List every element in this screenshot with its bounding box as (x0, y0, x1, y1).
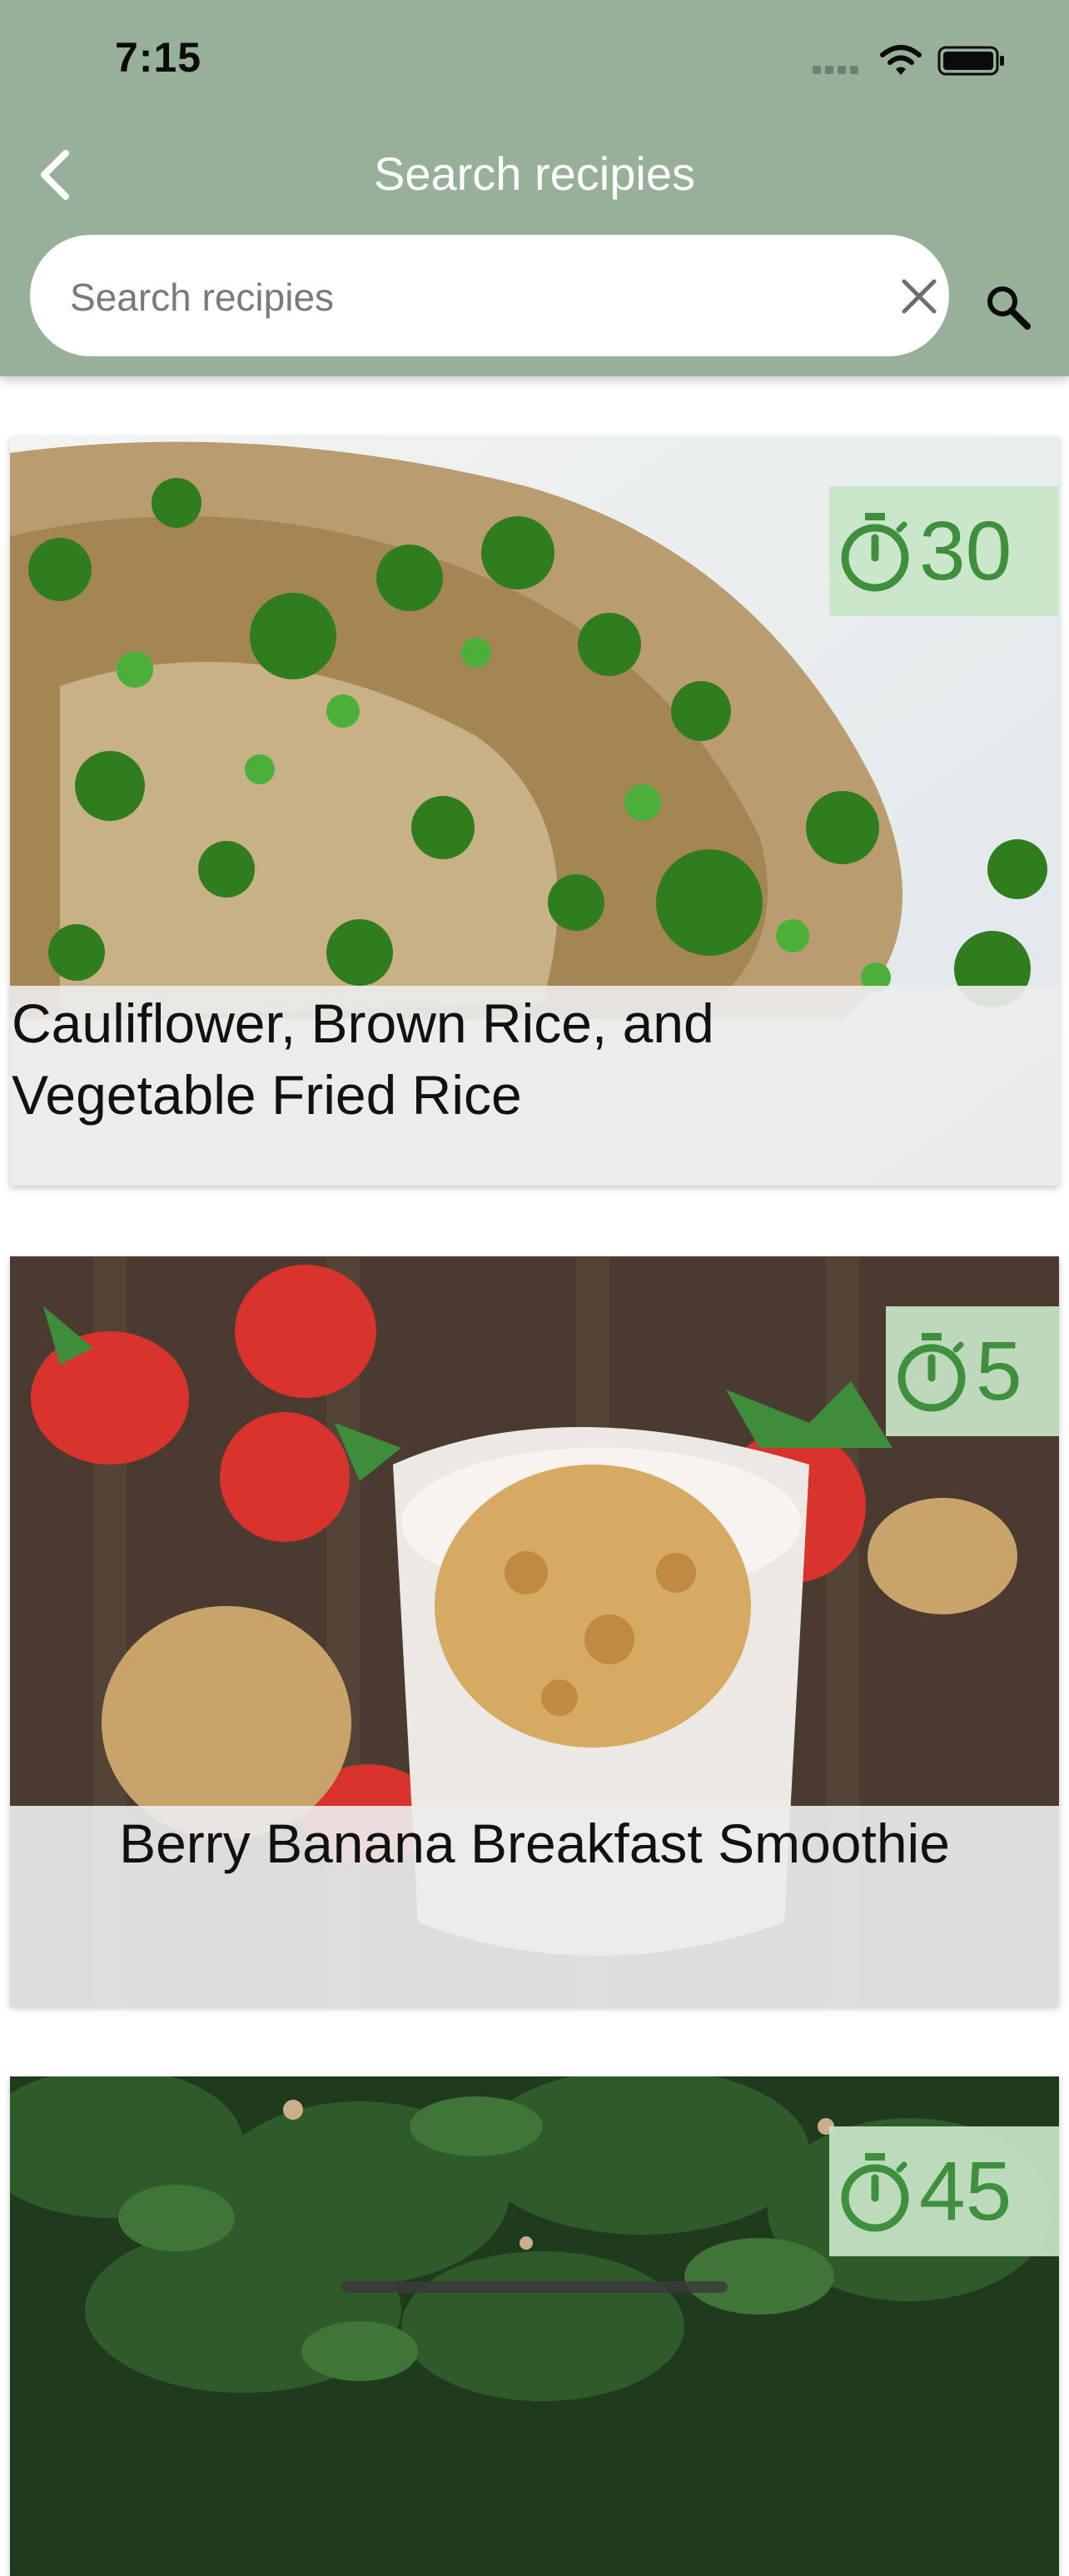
recipe-card[interactable]: 45 (10, 2076, 1059, 2576)
cook-time-badge: 30 (829, 486, 1059, 616)
cook-time-minutes: 30 (919, 505, 1012, 598)
search-box (30, 235, 949, 356)
close-icon (902, 279, 937, 314)
cook-time-minutes: 45 (919, 2145, 1012, 2238)
timer-icon (897, 1333, 966, 1412)
recipe-title: Cauliflower, Brown Rice, and Vegetable F… (12, 992, 714, 1126)
timer-icon (841, 513, 909, 592)
recipe-card[interactable]: 30 Cauliflower, Brown Rice, and Vegetabl… (10, 436, 1059, 1186)
app-bar: 7:15 Search recipies (0, 0, 1069, 376)
page-title: Search recipies (374, 147, 695, 200)
search-button[interactable] (976, 275, 1042, 341)
recipe-title-band: Cauliflower, Brown Rice, and Vegetable F… (10, 986, 1059, 1186)
search-icon (987, 286, 1031, 330)
home-indicator (341, 2281, 728, 2293)
status-time: 7:15 (115, 34, 202, 81)
cook-time-badge: 45 (829, 2126, 1059, 2256)
battery-icon (937, 46, 1004, 76)
timer-icon (841, 2153, 909, 2232)
cook-time-badge: 5 (886, 1306, 1059, 1436)
recipe-title: Berry Banana Breakfast Smoothie (119, 1813, 950, 1874)
search-input[interactable] (68, 265, 821, 330)
cook-time-minutes: 5 (976, 1325, 1022, 1418)
recipe-card[interactable]: 5 Berry Banana Breakfast Smoothie (10, 1256, 1059, 2006)
wifi-icon (880, 45, 922, 75)
clear-search-button[interactable] (888, 271, 951, 321)
recipe-title-band: Berry Banana Breakfast Smoothie (10, 1806, 1059, 2006)
cellular-signal-icon (813, 63, 863, 75)
